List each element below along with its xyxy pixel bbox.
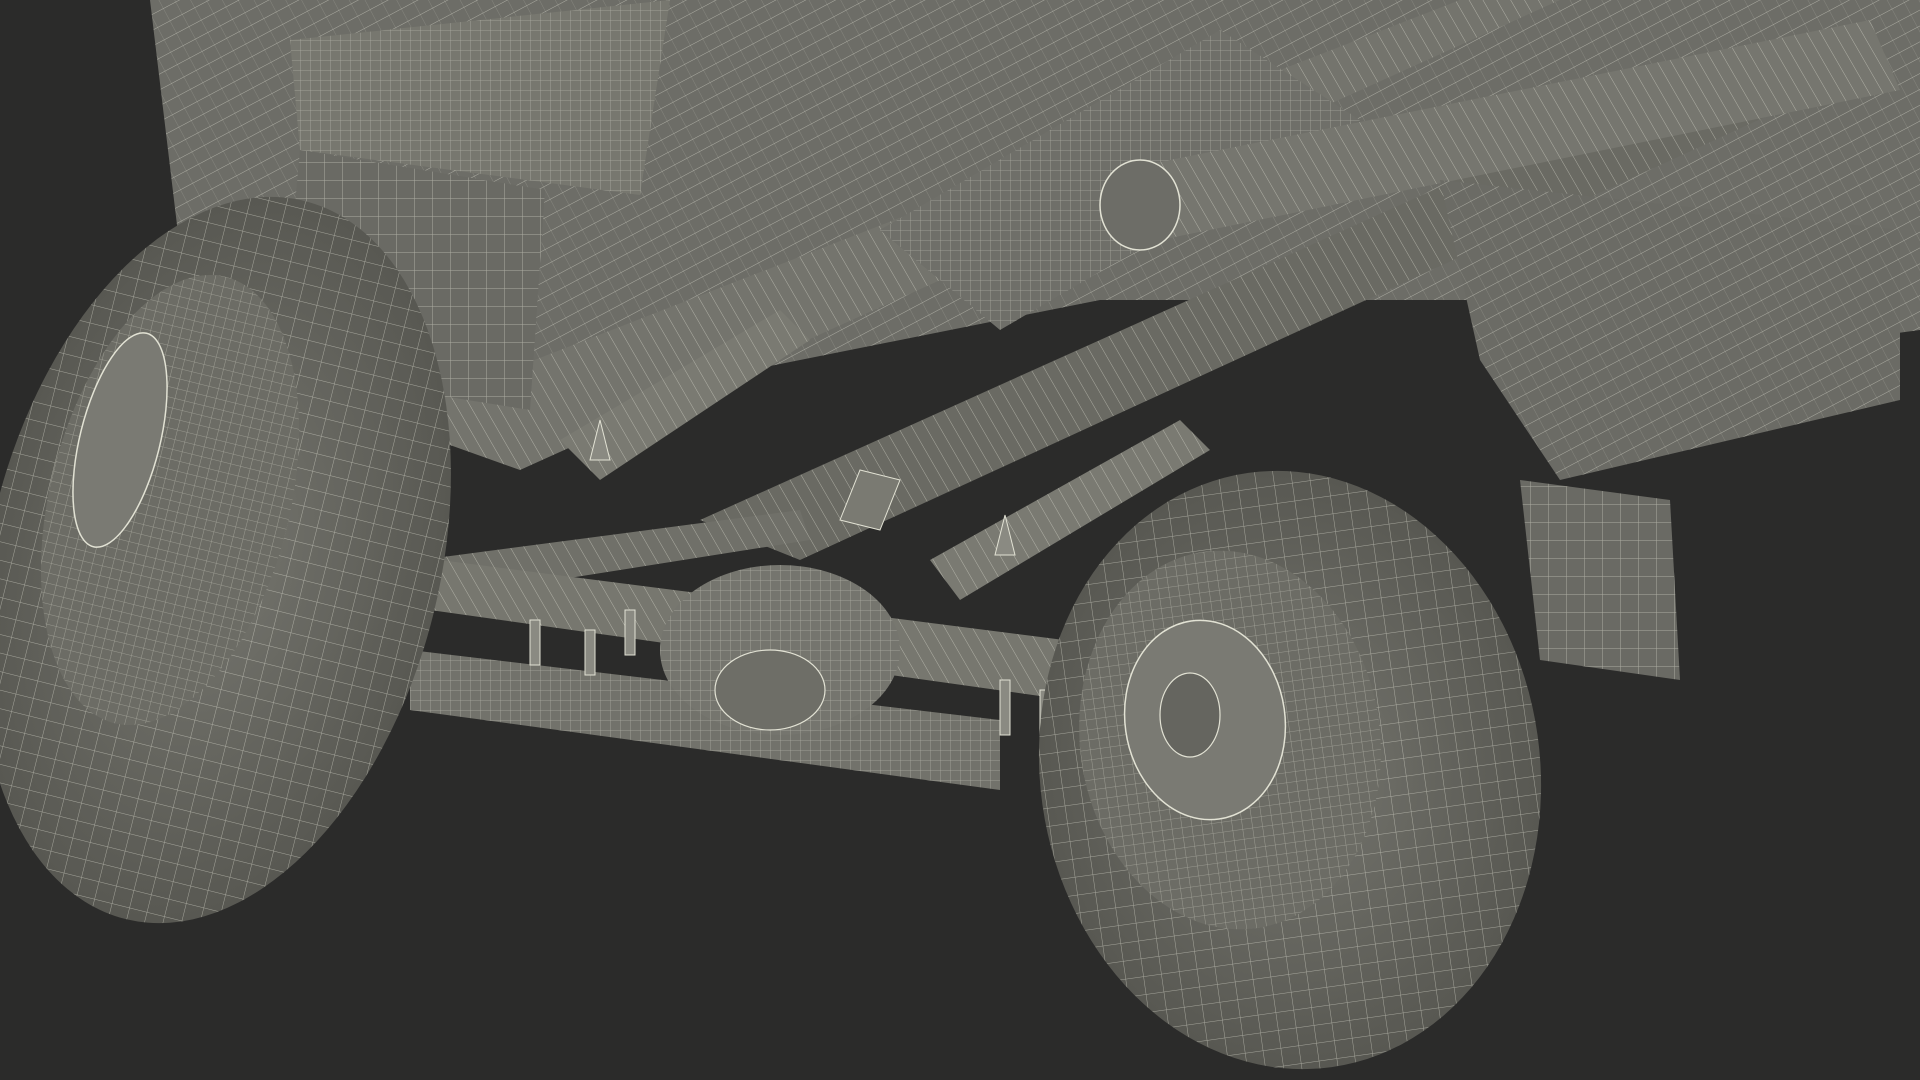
- rear-tire-right: [1038, 470, 1542, 1070]
- right-mud-flap: [1440, 180, 1900, 680]
- differential-housing: [660, 565, 900, 735]
- viewport: [0, 0, 1920, 1080]
- wireframe-render: [0, 0, 1920, 1070]
